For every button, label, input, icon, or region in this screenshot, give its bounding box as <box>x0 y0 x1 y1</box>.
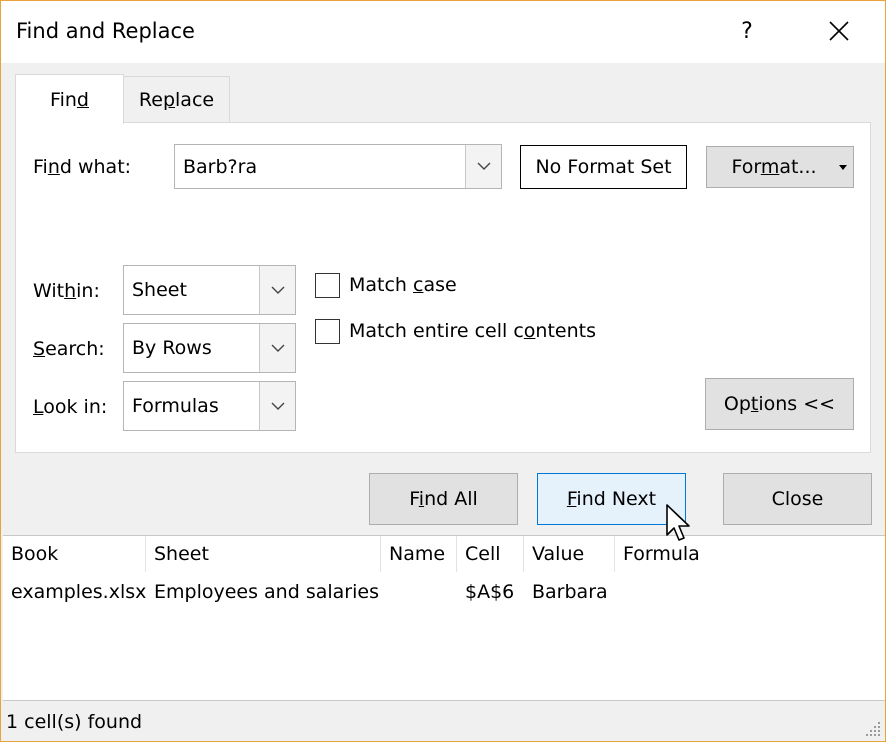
cell-formula <box>615 578 623 606</box>
mouse-pointer-icon <box>666 504 690 541</box>
find-next-label: Find Next <box>566 488 657 510</box>
within-value: Sheet <box>132 279 187 301</box>
cell-sheet: Employees and salaries <box>154 581 379 603</box>
chevron-down-icon <box>477 162 490 170</box>
dialog-title: Find and Replace <box>16 19 195 43</box>
close-button[interactable]: Close <box>723 473 872 525</box>
column-header-sheet[interactable]: Sheet <box>146 536 381 572</box>
column-header-name[interactable]: Name <box>381 536 457 572</box>
cell-name <box>381 578 389 606</box>
find-replace-dialog: Find and Replace ? Find Replace Find wha… <box>0 0 886 742</box>
find-next-button[interactable]: Find Next <box>537 473 686 525</box>
find-what-dropdown-button[interactable] <box>465 145 501 188</box>
column-header-value[interactable]: Value <box>524 536 615 572</box>
find-what-label: Find what: <box>33 156 132 178</box>
match-case-checkbox[interactable] <box>315 273 340 298</box>
look-in-dropdown-button[interactable] <box>259 382 295 430</box>
look-in-select[interactable]: Formulas <box>123 381 296 431</box>
cell-value: Barbara <box>532 581 608 603</box>
search-select[interactable]: By Rows <box>123 323 296 373</box>
resize-grip-icon[interactable] <box>863 719 883 739</box>
cell-address: $A$6 <box>465 581 515 603</box>
status-text: 1 cell(s) found <box>6 711 143 733</box>
tab-find-label: Find <box>50 88 89 111</box>
tab-find[interactable]: Find <box>15 74 124 124</box>
cell-book: examples.xlsx <box>11 581 147 603</box>
match-case-label[interactable]: Match case <box>349 274 457 296</box>
options-button-label: Options << <box>723 393 836 415</box>
look-in-label: Look in: <box>33 396 108 418</box>
within-select[interactable]: Sheet <box>123 265 296 315</box>
column-header-book[interactable]: Book <box>3 536 146 572</box>
chevron-down-icon <box>271 344 284 352</box>
close-window-button[interactable] <box>815 9 863 53</box>
find-what-combobox[interactable]: Barb?ra <box>174 144 502 189</box>
find-what-input[interactable]: Barb?ra <box>183 156 257 178</box>
look-in-value: Formulas <box>132 395 219 417</box>
tab-replace-label: Replace <box>138 88 215 111</box>
format-button-label: Format... <box>731 156 817 178</box>
chevron-down-icon <box>271 402 284 410</box>
chevron-down-icon <box>271 286 284 294</box>
within-label: Within: <box>33 280 100 302</box>
tab-replace[interactable]: Replace <box>124 76 230 122</box>
format-button[interactable]: Format... <box>706 146 854 188</box>
close-icon <box>829 21 849 41</box>
title-bar[interactable]: Find and Replace ? <box>1 1 885 63</box>
options-button[interactable]: Options << <box>705 378 854 430</box>
match-entire-cell-label[interactable]: Match entire cell contents <box>349 320 596 342</box>
help-button[interactable]: ? <box>725 9 769 53</box>
find-all-label: Find All <box>409 488 478 510</box>
format-preview-text: No Format Set <box>535 156 672 178</box>
dropdown-arrow-icon <box>839 165 847 170</box>
results-list[interactable]: Book Sheet Name Cell Value Formula examp… <box>3 535 885 701</box>
search-dropdown-button[interactable] <box>259 324 295 372</box>
search-value: By Rows <box>132 337 212 359</box>
format-preview: No Format Set <box>520 145 687 189</box>
search-label: Search: <box>33 338 105 360</box>
find-all-button[interactable]: Find All <box>369 473 518 525</box>
column-header-formula[interactable]: Formula <box>615 536 885 572</box>
match-entire-cell-checkbox[interactable] <box>315 319 340 344</box>
within-dropdown-button[interactable] <box>259 266 295 314</box>
column-header-cell[interactable]: Cell <box>457 536 524 572</box>
close-button-label: Close <box>771 488 824 510</box>
